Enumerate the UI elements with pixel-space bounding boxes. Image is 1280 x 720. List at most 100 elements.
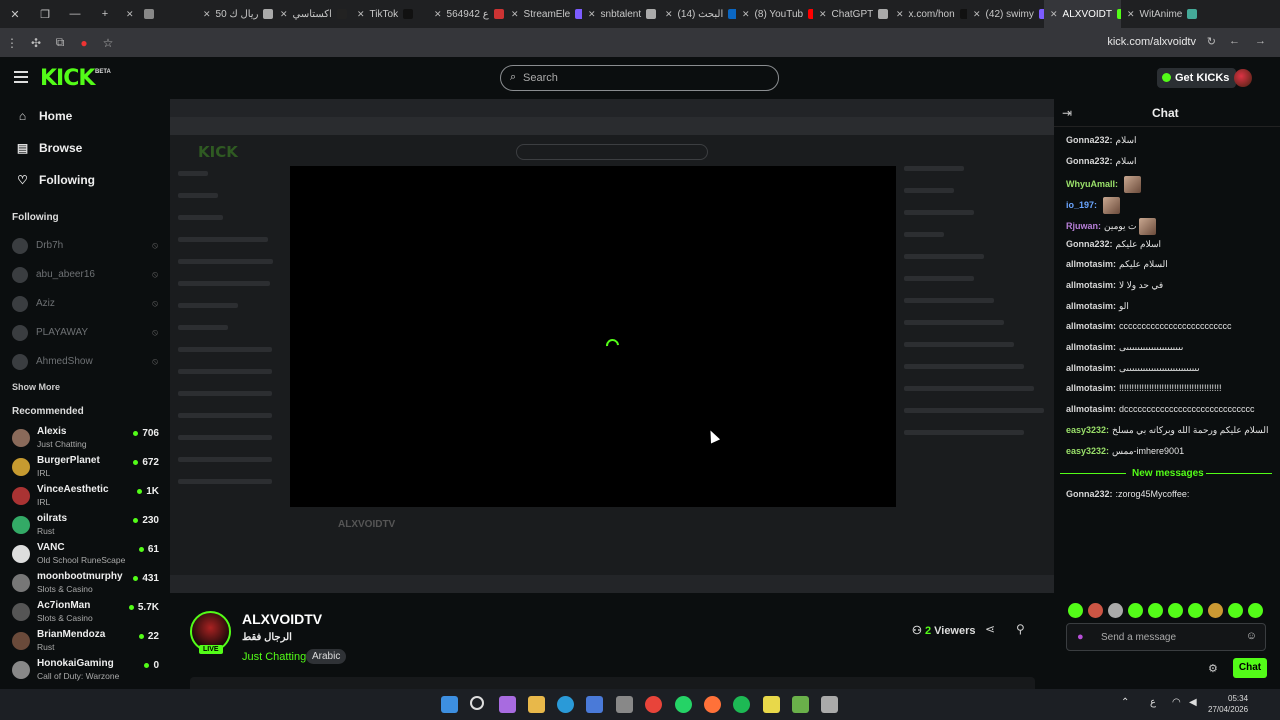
- browser-tab[interactable]: ✕ (8) YouTub: [736, 0, 813, 28]
- recommended-channel[interactable]: VinceAesthetic IRL 1K: [0, 481, 170, 510]
- url-text[interactable]: kick.com/alxvoidtv: [1107, 36, 1196, 48]
- recommended-channel[interactable]: oilrats Rust 230: [0, 510, 170, 539]
- file-explorer-icon[interactable]: [528, 696, 545, 713]
- following-channel[interactable]: Drb7h ⦸: [0, 231, 170, 260]
- store-icon[interactable]: [616, 696, 633, 713]
- share-icon[interactable]: ⋖: [985, 622, 995, 636]
- send-chat-button[interactable]: Chat: [1233, 658, 1267, 678]
- emote-icon[interactable]: [1148, 603, 1163, 618]
- following-channel[interactable]: Aziz ⦸: [0, 289, 170, 318]
- search-input[interactable]: ⌕ Search: [500, 65, 779, 91]
- emote-icon[interactable]: [1248, 603, 1263, 618]
- recommended-channel[interactable]: VANC Old School RuneScape 61: [0, 539, 170, 568]
- browser-tab[interactable]: ✕ snbtalent: [582, 0, 659, 28]
- chrome-icon[interactable]: [645, 696, 662, 713]
- chat-username[interactable]: allmotasim:: [1066, 280, 1116, 290]
- chat-username[interactable]: Gonna232:: [1066, 239, 1113, 249]
- close-tab-icon[interactable]: ✕: [973, 9, 981, 20]
- stream-category[interactable]: Just Chatting: [242, 651, 306, 663]
- chat-username[interactable]: io_197:: [1066, 200, 1097, 210]
- browser-tab[interactable]: ✕ اكستاسي: [274, 0, 351, 28]
- close-tab-icon[interactable]: ✕: [280, 9, 288, 20]
- get-kicks-button[interactable]: Get KICKs: [1157, 68, 1237, 88]
- volume-icon[interactable]: ◀: [1189, 697, 1197, 708]
- video-player[interactable]: KICK ALXVOIDTV: [170, 99, 1054, 593]
- collapse-chat-icon[interactable]: ⇥: [1062, 106, 1072, 120]
- close-tab-icon[interactable]: ✕: [665, 9, 673, 20]
- following-channel[interactable]: abu_abeer16 ⦸: [0, 260, 170, 289]
- browser-tab[interactable]: ✕ (14) البحث: [659, 0, 736, 28]
- browser-tab[interactable]: ✕ TikTok: [351, 0, 428, 28]
- close-tab-icon[interactable]: ✕: [357, 9, 365, 20]
- profile-icon[interactable]: ●: [72, 36, 96, 50]
- sidebar-item-home[interactable]: ⌂ Home: [0, 100, 170, 132]
- browser-tab[interactable]: ✕ ALXVOIDT: [1044, 0, 1121, 28]
- chat-username[interactable]: allmotasim:: [1066, 259, 1116, 269]
- edge-icon[interactable]: [557, 696, 574, 713]
- emote-icon[interactable]: [1068, 603, 1083, 618]
- start-icon[interactable]: [441, 696, 458, 713]
- chat-username[interactable]: easy3232:: [1066, 446, 1109, 456]
- chat-username[interactable]: allmotasim:: [1066, 342, 1116, 352]
- recommended-channel[interactable]: Ac7ionMan Slots & Casino 5.7K: [0, 597, 170, 626]
- emote-icon[interactable]: [1128, 603, 1143, 618]
- chat-input[interactable]: ● Send a message ☺: [1066, 623, 1266, 651]
- reload-icon[interactable]: ↻: [1207, 35, 1216, 48]
- bookmark-star-icon[interactable]: ☆: [96, 36, 120, 50]
- browser-tab[interactable]: ✕ StreamEle: [505, 0, 582, 28]
- close-tab-icon[interactable]: ✕: [203, 9, 211, 20]
- close-tab-icon[interactable]: ✕: [819, 9, 827, 20]
- chat-username[interactable]: allmotasim:: [1066, 404, 1116, 414]
- whatsapp-icon[interactable]: [675, 696, 692, 713]
- emote-icon[interactable]: [1188, 603, 1203, 618]
- tray-chevron-icon[interactable]: ⌃: [1121, 697, 1129, 708]
- chat-username[interactable]: allmotasim:: [1066, 321, 1116, 331]
- close-tab-icon[interactable]: ✕: [896, 9, 904, 20]
- mail-icon[interactable]: [586, 696, 603, 713]
- emote-icon[interactable]: [1228, 603, 1243, 618]
- sidebar-item-browse[interactable]: ▤ Browse: [0, 132, 170, 164]
- chat-username[interactable]: Gonna232:: [1066, 156, 1113, 166]
- close-tab-icon[interactable]: ✕: [434, 9, 442, 20]
- show-more-link[interactable]: Show More: [0, 376, 170, 392]
- browser-tab[interactable]: ✕ WitAnime: [1121, 0, 1198, 28]
- chat-username[interactable]: Gonna232:: [1066, 135, 1113, 145]
- emoji-icon[interactable]: ☺: [1246, 630, 1257, 642]
- follow-user-icon[interactable]: ⚲: [1016, 622, 1025, 636]
- new-tab-icon[interactable]: +: [90, 8, 120, 20]
- browser-tab[interactable]: ✕ 564942 ع: [428, 0, 505, 28]
- new-messages-divider[interactable]: New messages: [1060, 468, 1272, 480]
- minimize-window-icon[interactable]: —: [60, 8, 90, 20]
- emote-icon[interactable]: [1108, 603, 1123, 618]
- browser-tab[interactable]: ✕ 50 ريال ك: [197, 0, 274, 28]
- recommended-channel[interactable]: Alexis Just Chatting 706: [0, 423, 170, 452]
- close-tab-icon[interactable]: ✕: [511, 9, 519, 20]
- input-language[interactable]: ع: [1150, 697, 1156, 708]
- recommended-channel[interactable]: HonokaiGaming Call of Duty: Warzone 0: [0, 655, 170, 684]
- close-tab-icon[interactable]: ✕: [742, 9, 750, 20]
- close-tab-icon[interactable]: ✕: [1127, 9, 1135, 20]
- forward-icon[interactable]: ←: [1229, 35, 1240, 47]
- chat-username[interactable]: allmotasim:: [1066, 363, 1116, 373]
- language-tag[interactable]: Arabic: [306, 649, 347, 664]
- menu-dots-icon[interactable]: ⋮: [0, 36, 24, 50]
- browser-tab[interactable]: ✕ ChatGPT: [813, 0, 890, 28]
- browser-tab[interactable]: ✕: [120, 0, 197, 28]
- following-channel[interactable]: AhmedShow ⦸: [0, 347, 170, 376]
- notes-icon[interactable]: [763, 696, 780, 713]
- sidebar-item-following[interactable]: ♡ Following: [0, 164, 170, 196]
- close-window-icon[interactable]: ✕: [0, 8, 30, 21]
- puzzle-icon[interactable]: ⧉: [48, 35, 72, 50]
- close-tab-icon[interactable]: ✕: [588, 9, 596, 20]
- app-icon[interactable]: [792, 696, 809, 713]
- firefox-icon[interactable]: [704, 696, 721, 713]
- kick-logo[interactable]: KICK: [40, 66, 95, 91]
- menu-icon[interactable]: [14, 71, 28, 83]
- user-avatar[interactable]: [1234, 69, 1252, 87]
- back-icon[interactable]: →: [1255, 35, 1266, 47]
- wifi-icon[interactable]: ◠: [1172, 697, 1181, 708]
- channel-name[interactable]: ALXVOIDTV: [242, 611, 322, 627]
- recommended-channel[interactable]: BrianMendoza Rust 22: [0, 626, 170, 655]
- chat-username[interactable]: Gonna232:: [1066, 489, 1113, 499]
- clock[interactable]: 05:34 27/04/2026: [1208, 693, 1248, 715]
